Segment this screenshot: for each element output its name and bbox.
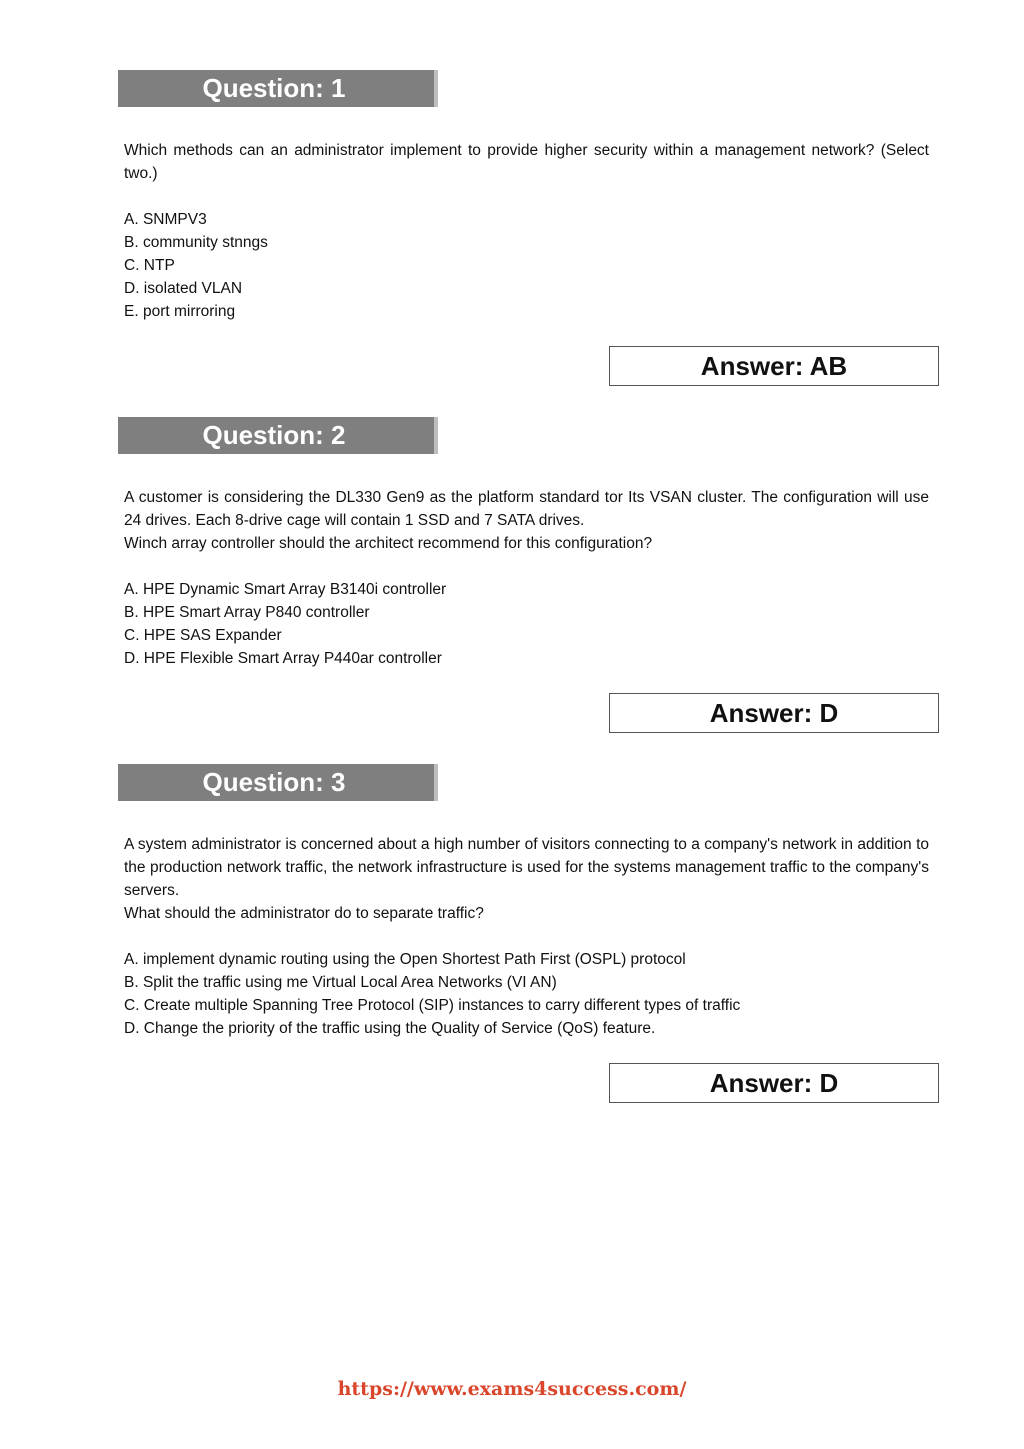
question-2-body: A customer is considering the DL330 Gen9… — [124, 486, 929, 670]
question-1-title: Question: 1 — [202, 73, 346, 103]
question-1-body: Which methods can an administrator imple… — [124, 139, 929, 323]
option: A. HPE Dynamic Smart Array B3140i contro… — [124, 581, 447, 598]
question-3-answer-box: Answer: D — [609, 1063, 939, 1103]
option: D. Change the priority of the traffic us… — [124, 1020, 656, 1037]
option: B. Split the traffic using me Virtual Lo… — [124, 974, 557, 991]
option: A. implement dynamic routing using the O… — [124, 951, 686, 968]
option: C. HPE SAS Expander — [124, 627, 282, 644]
question-3-options: A. implement dynamic routing using the O… — [124, 948, 929, 1040]
option: B. community stnngs — [124, 234, 268, 251]
question-3-prompt: What should the administrator do to sepa… — [124, 905, 484, 922]
footer-website-link[interactable]: https://www.exams4success.com/ — [0, 1378, 1024, 1400]
question-1-header: Question: 1 — [118, 70, 438, 107]
question-3-header: Question: 3 — [118, 764, 438, 801]
option: B. HPE Smart Array P840 controller — [124, 604, 370, 621]
question-2-answer-box: Answer: D — [609, 693, 939, 733]
option: E. port mirroring — [124, 303, 236, 320]
question-3-title: Question: 3 — [202, 767, 346, 797]
option: D. HPE Flexible Smart Array P440ar contr… — [124, 650, 442, 667]
question-3-answer: Answer: D — [709, 1067, 839, 1098]
option: C. NTP — [124, 257, 175, 274]
question-2-title: Question: 2 — [202, 420, 346, 450]
question-2-answer: Answer: D — [709, 697, 839, 728]
option: C. Create multiple Spanning Tree Protoco… — [124, 997, 741, 1014]
question-2-text: A customer is considering the DL330 Gen9… — [124, 489, 929, 529]
option: A. SNMPV3 — [124, 211, 207, 228]
question-2-options: A. HPE Dynamic Smart Array B3140i contro… — [124, 578, 929, 670]
question-1-text: Which methods can an administrator imple… — [124, 142, 929, 182]
option: D. isolated VLAN — [124, 280, 243, 297]
question-3-text: A system administrator is concerned abou… — [124, 836, 929, 899]
question-2-header: Question: 2 — [118, 417, 438, 454]
question-2-prompt: Winch array controller should the archit… — [124, 535, 653, 552]
question-1-options: A. SNMPV3 B. community stnngs C. NTP D. … — [124, 208, 929, 323]
question-1-answer: Answer: AB — [700, 350, 848, 381]
question-3-body: A system administrator is concerned abou… — [124, 833, 929, 1040]
question-1-answer-box: Answer: AB — [609, 346, 939, 386]
